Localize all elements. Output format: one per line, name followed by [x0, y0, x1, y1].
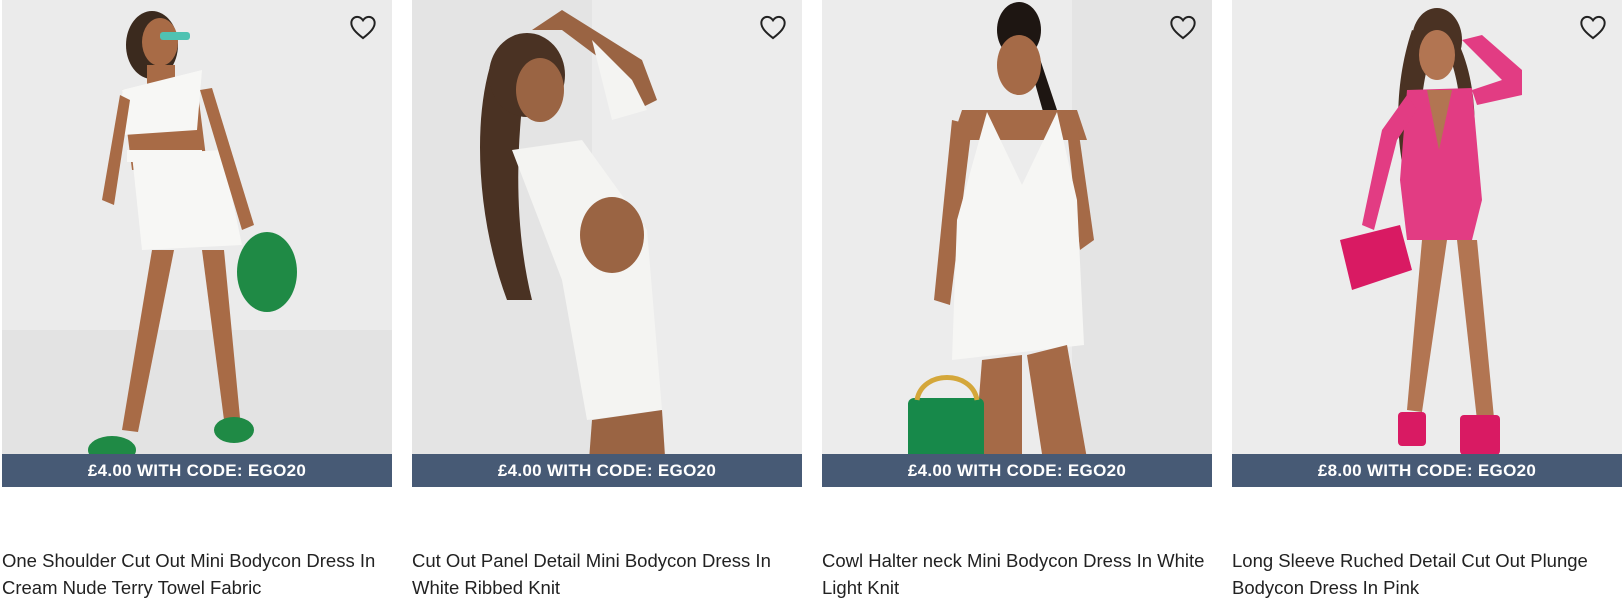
promo-banner: £4.00 WITH CODE: EGO20 [412, 454, 802, 487]
model-photo [822, 0, 1212, 487]
wishlist-heart-icon[interactable] [758, 12, 788, 42]
promo-banner: £4.00 WITH CODE: EGO20 [2, 454, 392, 487]
product-card[interactable]: £4.00 WITH CODE: EGO20 Cut Out Panel Det… [412, 0, 802, 605]
wishlist-heart-icon[interactable] [1168, 12, 1198, 42]
product-title[interactable]: Long Sleeve Ruched Detail Cut Out Plunge… [1232, 547, 1622, 601]
model-photo [1232, 0, 1622, 487]
product-title[interactable]: Cut Out Panel Detail Mini Bodycon Dress … [412, 547, 802, 601]
product-image[interactable]: £4.00 WITH CODE: EGO20 [822, 0, 1212, 487]
product-title[interactable]: Cowl Halter neck Mini Bodycon Dress In W… [822, 547, 1212, 601]
model-photo [412, 0, 802, 487]
product-grid: £4.00 WITH CODE: EGO20 One Shoulder Cut … [0, 0, 1622, 605]
product-image[interactable]: £4.00 WITH CODE: EGO20 [412, 0, 802, 487]
model-photo [2, 0, 392, 487]
product-image[interactable]: £4.00 WITH CODE: EGO20 [2, 0, 392, 487]
product-title[interactable]: One Shoulder Cut Out Mini Bodycon Dress … [2, 547, 392, 601]
product-card[interactable]: £4.00 WITH CODE: EGO20 One Shoulder Cut … [2, 0, 392, 605]
product-card[interactable]: £8.00 WITH CODE: EGO20 Long Sleeve Ruche… [1232, 0, 1622, 605]
promo-banner: £8.00 WITH CODE: EGO20 [1232, 454, 1622, 487]
promo-banner: £4.00 WITH CODE: EGO20 [822, 454, 1212, 487]
product-image[interactable]: £8.00 WITH CODE: EGO20 [1232, 0, 1622, 487]
product-card[interactable]: £4.00 WITH CODE: EGO20 Cowl Halter neck … [822, 0, 1212, 605]
wishlist-heart-icon[interactable] [1578, 12, 1608, 42]
wishlist-heart-icon[interactable] [348, 12, 378, 42]
